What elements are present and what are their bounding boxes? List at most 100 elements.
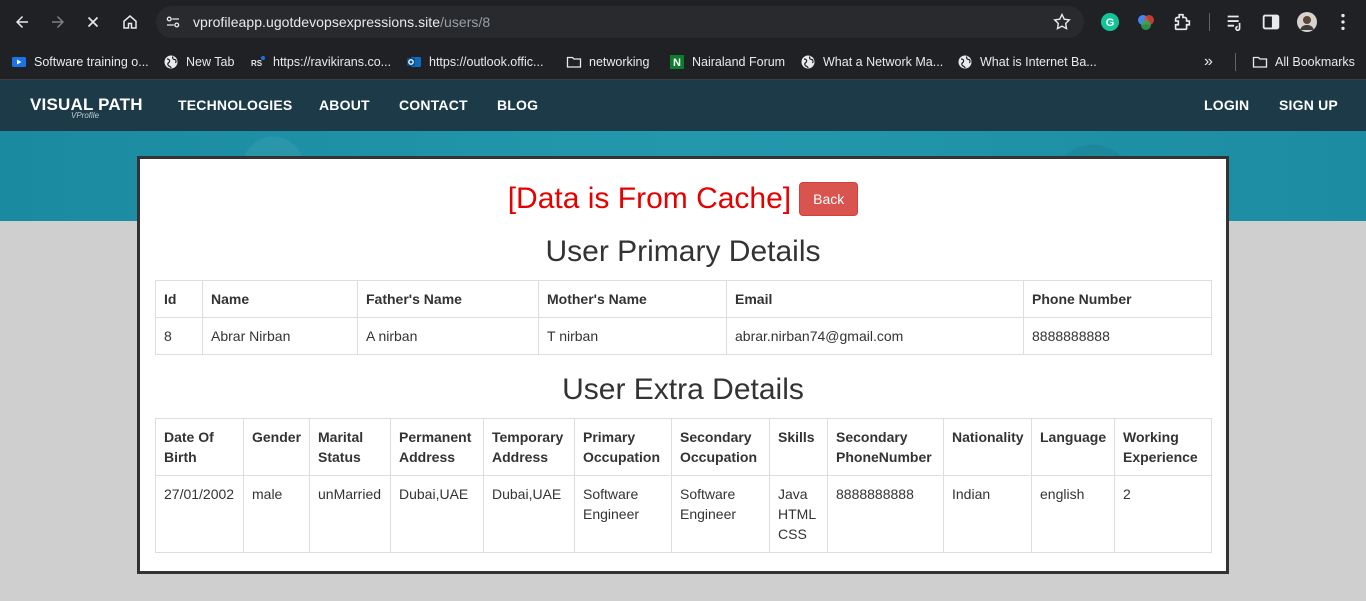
url-host: vprofileapp.ugotdevopsexpressions.site: [193, 14, 441, 30]
bookmark-label: https://ravikirans.co...: [273, 55, 392, 69]
bookmark-label: What is Internet Ba...: [980, 55, 1097, 69]
site-navbar: VISUAL PATH VProfile TECHNOLOGIES ABOUT …: [0, 80, 1366, 131]
more-menu-icon[interactable]: [1332, 11, 1354, 33]
profile-avatar[interactable]: [1296, 11, 1318, 33]
cell-line: Engineer: [680, 506, 737, 522]
bookmark-item[interactable]: https://outlook.offic...: [406, 51, 543, 73]
header-line: Occupation: [583, 449, 661, 465]
overflow-label: »: [1204, 53, 1213, 70]
header-line: Date Of: [164, 429, 214, 445]
cache-status-text: [Data is From Cache]: [507, 182, 792, 215]
folder-icon: [566, 54, 582, 70]
svg-text:G: G: [1106, 17, 1115, 29]
header-skills: Skills: [769, 418, 828, 476]
cell-skills: Java HTML CSS: [769, 475, 828, 553]
cell-secondary-occupation: Software Engineer: [671, 475, 770, 553]
bookmarks-overflow-chevron-icon[interactable]: »: [1204, 51, 1213, 73]
globe-icon: [957, 54, 973, 70]
bookmark-label: What a Network Ma...: [823, 55, 944, 69]
table-header-row: Date Of Birth Gender Marital Status Permanent…: [155, 418, 1212, 476]
extra-details-table: Date Of Birth Gender Marital Status Permanent…: [155, 418, 1212, 553]
header-mothers-name: Mother's Name: [538, 280, 727, 318]
login-link[interactable]: LOGIN: [1204, 97, 1249, 113]
header-working-experience: Working Experience: [1114, 418, 1212, 476]
all-bookmarks-button[interactable]: All Bookmarks: [1252, 51, 1355, 73]
all-bookmarks-label: All Bookmarks: [1275, 55, 1355, 69]
bookmark-item[interactable]: N Nairaland Forum: [669, 51, 785, 73]
address-bar[interactable]: vprofileapp.ugotdevopsexpressions.site/u…: [156, 6, 1084, 38]
header-nationality: Nationality: [943, 418, 1032, 476]
cell-line: 27/01/2002: [164, 486, 235, 502]
stop-loading-icon[interactable]: [79, 8, 107, 36]
extra-details-title: User Extra Details: [562, 373, 804, 406]
signup-link[interactable]: SIGN UP: [1279, 97, 1338, 113]
bookmarks-divider: [1235, 53, 1236, 71]
bookmark-label: New Tab: [186, 55, 235, 69]
browser-toolbar: vprofileapp.ugotdevopsexpressions.site/u…: [0, 0, 1366, 44]
cell-line: Dubai,UAE: [492, 486, 562, 502]
bookmark-label: https://outlook.offic...: [429, 55, 544, 69]
home-icon[interactable]: [116, 8, 144, 36]
bookmark-folder[interactable]: networking: [566, 51, 649, 73]
side-panel-icon[interactable]: [1260, 11, 1282, 33]
extensions-puzzle-icon[interactable]: [1171, 11, 1193, 33]
primary-details-table: Id Name Father's Name Mother's Name Emai…: [155, 280, 1212, 355]
cell-email: abrar.nirban74@gmail.com: [726, 317, 1024, 355]
nav-technologies[interactable]: TECHNOLOGIES: [178, 97, 292, 113]
header-line: Nationality: [952, 429, 1024, 445]
header-line: Address: [492, 449, 549, 465]
header-line: Skills: [778, 429, 815, 445]
rs-logo-icon: RS: [250, 54, 266, 70]
table-header-row: Id Name Father's Name Mother's Name Emai…: [155, 280, 1212, 318]
header-line: Working: [1123, 429, 1179, 445]
header-date-of-birth: Date Of Birth: [155, 418, 244, 476]
nav-about[interactable]: ABOUT: [319, 97, 370, 113]
bookmark-item[interactable]: RS https://ravikirans.co...: [250, 51, 391, 73]
bookmark-item[interactable]: What is Internet Ba...: [957, 51, 1097, 73]
header-phone-number: Phone Number: [1023, 280, 1212, 318]
cache-status-row: [Data is From Cache] Back: [140, 179, 1226, 219]
header-line: Occupation: [680, 449, 758, 465]
header-line: Address: [399, 449, 456, 465]
header-fathers-name: Father's Name: [357, 280, 539, 318]
globe-icon: [800, 54, 816, 70]
table-row: 8 Abrar Nirban A nirban T nirban abrar.n…: [155, 317, 1212, 355]
url-text[interactable]: vprofileapp.ugotdevopsexpressions.site/u…: [193, 14, 490, 30]
color-extension-icon[interactable]: [1135, 11, 1157, 33]
header-line: Temporary: [492, 429, 564, 445]
back-button[interactable]: Back: [799, 182, 859, 216]
header-gender: Gender: [243, 418, 310, 476]
bookmark-item[interactable]: New Tab: [163, 51, 234, 73]
header-line: Secondary: [680, 429, 752, 445]
nav-blog[interactable]: BLOG: [497, 97, 538, 113]
header-permanent-address: Permanent Address: [390, 418, 484, 476]
svg-text:N: N: [673, 57, 681, 69]
back-arrow-icon[interactable]: [8, 8, 36, 36]
forward-arrow-icon[interactable]: [44, 8, 72, 36]
bookmark-item[interactable]: What a Network Ma...: [800, 51, 943, 73]
bookmark-item[interactable]: Software training o...: [11, 51, 149, 73]
cell-line: CSS: [778, 526, 807, 542]
cell-line: unMarried: [318, 486, 382, 502]
header-line: Marital: [318, 429, 364, 445]
cell-line: english: [1040, 486, 1085, 502]
cell-line: HTML: [778, 506, 817, 522]
outlook-icon: [406, 54, 422, 70]
cell-line: Engineer: [583, 506, 640, 522]
grammarly-icon[interactable]: G: [1099, 11, 1121, 33]
header-line: Language: [1040, 429, 1107, 445]
header-line: PhoneNumber: [836, 449, 932, 465]
site-settings-icon[interactable]: [164, 13, 182, 31]
user-details-card: [Data is From Cache] Back User Primary D…: [137, 156, 1229, 574]
table-row: 27/01/2002 male unMarried Dubai,UAE Dubai,UA…: [155, 475, 1212, 553]
reading-list-icon[interactable]: [1224, 11, 1246, 33]
url-path: /users/8: [440, 14, 491, 30]
primary-details-title: User Primary Details: [545, 235, 821, 268]
header-line: Status: [318, 449, 361, 465]
cell-phone-number: 8888888888: [1023, 317, 1212, 355]
bookmark-star-icon[interactable]: [1052, 12, 1072, 32]
header-marital-status: Marital Status: [309, 418, 391, 476]
bookmarks-bar: Software training o... New Tab RS https:…: [0, 44, 1366, 80]
nav-contact[interactable]: CONTACT: [399, 97, 468, 113]
cell-line: Dubai,UAE: [399, 486, 469, 502]
